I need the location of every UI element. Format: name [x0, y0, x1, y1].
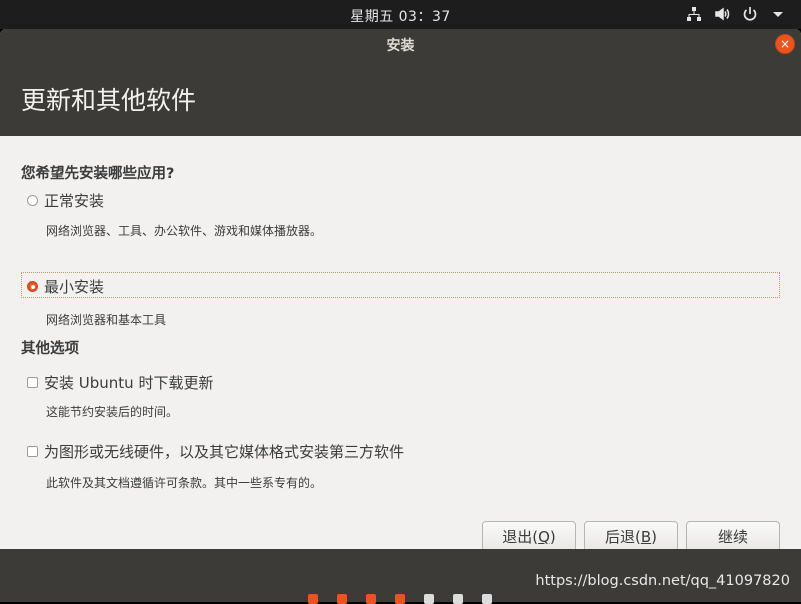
- watermark-text: https://blog.csdn.net/qq_41097820: [535, 573, 790, 589]
- network-icon[interactable]: [685, 5, 703, 23]
- quit-button-suffix: ): [549, 528, 556, 546]
- progress-dot: [453, 594, 463, 604]
- installer-window: 安装 × 更新和其他软件 您希望先安装哪些应用? 正常安装 网络浏览器、工具、办…: [0, 29, 801, 549]
- download-updates-label: 安装 Ubuntu 时下载更新: [44, 374, 214, 392]
- minimal-install-radio[interactable]: [27, 281, 38, 292]
- top-panel: 星期五 03：37: [0, 0, 801, 29]
- minimal-install-option[interactable]: 最小安装: [21, 276, 104, 297]
- normal-install-label: 正常安装: [44, 192, 105, 210]
- progress-dot: [308, 594, 318, 604]
- normal-install-option[interactable]: 正常安装: [21, 190, 104, 211]
- page-header: 更新和其他软件: [0, 59, 801, 136]
- close-icon: ×: [779, 37, 791, 51]
- volume-icon[interactable]: [713, 5, 731, 23]
- back-button[interactable]: 后退(B): [584, 521, 678, 549]
- progress-dot: [424, 594, 434, 604]
- progress-dots: [308, 594, 492, 604]
- progress-dot: [395, 594, 405, 604]
- clock[interactable]: 星期五 03：37: [0, 6, 801, 26]
- other-options-title: 其他选项: [21, 341, 79, 357]
- page-title: 更新和其他软件: [21, 86, 197, 115]
- normal-install-radio[interactable]: [27, 195, 38, 206]
- window-titlebar[interactable]: 安装 ×: [0, 29, 801, 59]
- continue-button[interactable]: 继续: [686, 521, 780, 549]
- download-updates-option[interactable]: 安装 Ubuntu 时下载更新: [21, 372, 213, 393]
- minimal-install-description: 网络浏览器和基本工具: [46, 313, 167, 327]
- minimal-install-label: 最小安装: [44, 278, 105, 296]
- power-icon[interactable]: [741, 5, 759, 23]
- progress-dot: [337, 594, 347, 604]
- window-title: 安装: [386, 38, 415, 54]
- quit-button-mnemonic: Q: [538, 528, 550, 546]
- progress-dot: [482, 594, 492, 604]
- download-updates-description: 这能节约安装后的时间。: [46, 405, 179, 419]
- quit-button-prefix: 退出(: [502, 528, 539, 546]
- third-party-software-description: 此软件及其文档遵循许可条款。其中一些系专有的。: [46, 476, 323, 490]
- quit-button[interactable]: 退出(Q): [482, 521, 576, 549]
- download-updates-checkbox[interactable]: [27, 377, 38, 388]
- third-party-software-label: 为图形或无线硬件，以及其它媒体格式安装第三方软件: [44, 443, 405, 461]
- third-party-software-checkbox[interactable]: [27, 446, 38, 457]
- third-party-software-option[interactable]: 为图形或无线硬件，以及其它媒体格式安装第三方软件: [21, 441, 404, 462]
- close-button[interactable]: ×: [775, 34, 795, 54]
- back-button-mnemonic: B: [640, 528, 652, 546]
- install-type-question: 您希望先安装哪些应用?: [21, 166, 175, 182]
- menu-down-icon[interactable]: [769, 5, 787, 23]
- selection-focus-outline: [21, 272, 780, 298]
- back-button-prefix: 后退(: [604, 528, 641, 546]
- progress-dot: [366, 594, 376, 604]
- system-tray[interactable]: [685, 5, 787, 23]
- progress-area: https://blog.csdn.net/qq_41097820: [0, 549, 801, 604]
- normal-install-description: 网络浏览器、工具、办公软件、游戏和媒体播放器。: [46, 224, 323, 238]
- back-button-suffix: ): [651, 528, 657, 546]
- main-content: 您希望先安装哪些应用? 正常安装 网络浏览器、工具、办公软件、游戏和媒体播放器。…: [0, 136, 801, 549]
